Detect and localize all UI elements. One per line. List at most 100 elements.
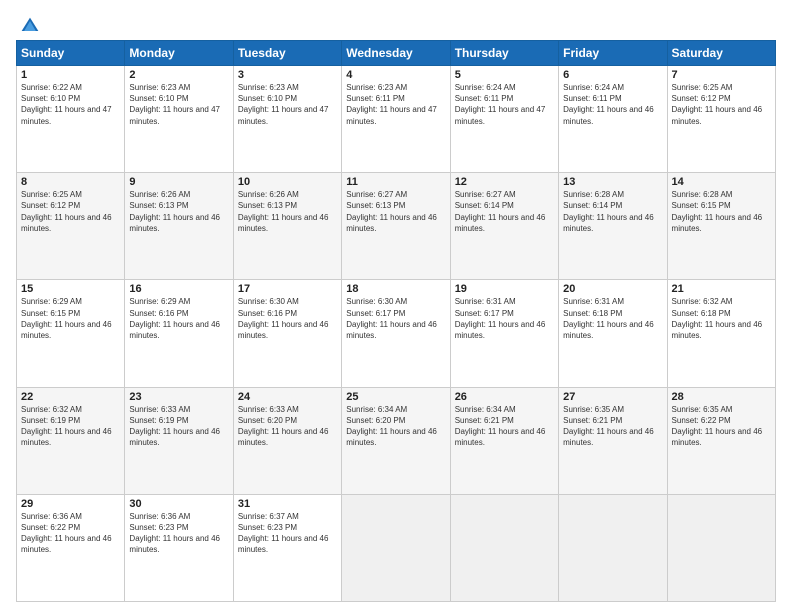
calendar-day-cell: 2 Sunrise: 6:23 AMSunset: 6:10 PMDayligh… <box>125 66 233 173</box>
day-number: 26 <box>455 391 554 403</box>
calendar-day-cell: 8 Sunrise: 6:25 AMSunset: 6:12 PMDayligh… <box>17 173 125 280</box>
calendar-header-cell: Friday <box>559 41 667 66</box>
day-info: Sunrise: 6:25 AMSunset: 6:12 PMDaylight:… <box>672 83 763 126</box>
calendar-day-cell: 24 Sunrise: 6:33 AMSunset: 6:20 PMDaylig… <box>233 387 341 494</box>
calendar-day-cell: 4 Sunrise: 6:23 AMSunset: 6:11 PMDayligh… <box>342 66 450 173</box>
day-info: Sunrise: 6:31 AMSunset: 6:17 PMDaylight:… <box>455 297 546 340</box>
day-info: Sunrise: 6:32 AMSunset: 6:18 PMDaylight:… <box>672 297 763 340</box>
calendar-header-cell: Wednesday <box>342 41 450 66</box>
calendar-day-cell: 10 Sunrise: 6:26 AMSunset: 6:13 PMDaylig… <box>233 173 341 280</box>
day-info: Sunrise: 6:24 AMSunset: 6:11 PMDaylight:… <box>455 83 546 126</box>
calendar-day-cell: 31 Sunrise: 6:37 AMSunset: 6:23 PMDaylig… <box>233 494 341 601</box>
day-info: Sunrise: 6:33 AMSunset: 6:20 PMDaylight:… <box>238 405 329 448</box>
calendar-day-cell: 13 Sunrise: 6:28 AMSunset: 6:14 PMDaylig… <box>559 173 667 280</box>
calendar-table: SundayMondayTuesdayWednesdayThursdayFrid… <box>16 40 776 602</box>
day-info: Sunrise: 6:26 AMSunset: 6:13 PMDaylight:… <box>129 190 220 233</box>
day-number: 14 <box>672 176 771 188</box>
calendar-day-cell: 26 Sunrise: 6:34 AMSunset: 6:21 PMDaylig… <box>450 387 558 494</box>
day-info: Sunrise: 6:32 AMSunset: 6:19 PMDaylight:… <box>21 405 112 448</box>
day-info: Sunrise: 6:24 AMSunset: 6:11 PMDaylight:… <box>563 83 654 126</box>
day-info: Sunrise: 6:36 AMSunset: 6:23 PMDaylight:… <box>129 512 220 555</box>
day-info: Sunrise: 6:23 AMSunset: 6:10 PMDaylight:… <box>238 83 329 126</box>
logo <box>16 16 40 32</box>
day-number: 7 <box>672 69 771 81</box>
calendar-day-cell: 18 Sunrise: 6:30 AMSunset: 6:17 PMDaylig… <box>342 280 450 387</box>
day-number: 18 <box>346 283 445 295</box>
day-number: 29 <box>21 498 120 510</box>
page: SundayMondayTuesdayWednesdayThursdayFrid… <box>0 0 792 612</box>
day-info: Sunrise: 6:28 AMSunset: 6:15 PMDaylight:… <box>672 190 763 233</box>
day-number: 8 <box>21 176 120 188</box>
calendar-day-cell: 9 Sunrise: 6:26 AMSunset: 6:13 PMDayligh… <box>125 173 233 280</box>
day-number: 25 <box>346 391 445 403</box>
calendar-day-cell: 19 Sunrise: 6:31 AMSunset: 6:17 PMDaylig… <box>450 280 558 387</box>
day-number: 30 <box>129 498 228 510</box>
day-info: Sunrise: 6:36 AMSunset: 6:22 PMDaylight:… <box>21 512 112 555</box>
day-number: 22 <box>21 391 120 403</box>
day-info: Sunrise: 6:23 AMSunset: 6:11 PMDaylight:… <box>346 83 437 126</box>
day-info: Sunrise: 6:29 AMSunset: 6:16 PMDaylight:… <box>129 297 220 340</box>
day-number: 12 <box>455 176 554 188</box>
header <box>16 16 776 32</box>
day-info: Sunrise: 6:37 AMSunset: 6:23 PMDaylight:… <box>238 512 329 555</box>
calendar-week-row: 8 Sunrise: 6:25 AMSunset: 6:12 PMDayligh… <box>17 173 776 280</box>
day-info: Sunrise: 6:34 AMSunset: 6:21 PMDaylight:… <box>455 405 546 448</box>
day-number: 31 <box>238 498 337 510</box>
day-info: Sunrise: 6:31 AMSunset: 6:18 PMDaylight:… <box>563 297 654 340</box>
day-number: 23 <box>129 391 228 403</box>
calendar-body: 1 Sunrise: 6:22 AMSunset: 6:10 PMDayligh… <box>17 66 776 602</box>
day-number: 5 <box>455 69 554 81</box>
calendar-day-cell: 14 Sunrise: 6:28 AMSunset: 6:15 PMDaylig… <box>667 173 775 280</box>
day-info: Sunrise: 6:25 AMSunset: 6:12 PMDaylight:… <box>21 190 112 233</box>
calendar-day-cell: 23 Sunrise: 6:33 AMSunset: 6:19 PMDaylig… <box>125 387 233 494</box>
day-number: 1 <box>21 69 120 81</box>
day-number: 21 <box>672 283 771 295</box>
day-info: Sunrise: 6:29 AMSunset: 6:15 PMDaylight:… <box>21 297 112 340</box>
day-info: Sunrise: 6:34 AMSunset: 6:20 PMDaylight:… <box>346 405 437 448</box>
day-info: Sunrise: 6:30 AMSunset: 6:17 PMDaylight:… <box>346 297 437 340</box>
calendar-day-cell <box>342 494 450 601</box>
calendar-day-cell: 22 Sunrise: 6:32 AMSunset: 6:19 PMDaylig… <box>17 387 125 494</box>
calendar-day-cell: 17 Sunrise: 6:30 AMSunset: 6:16 PMDaylig… <box>233 280 341 387</box>
calendar-day-cell: 11 Sunrise: 6:27 AMSunset: 6:13 PMDaylig… <box>342 173 450 280</box>
calendar-day-cell: 15 Sunrise: 6:29 AMSunset: 6:15 PMDaylig… <box>17 280 125 387</box>
day-info: Sunrise: 6:23 AMSunset: 6:10 PMDaylight:… <box>129 83 220 126</box>
day-info: Sunrise: 6:35 AMSunset: 6:22 PMDaylight:… <box>672 405 763 448</box>
logo-icon <box>20 16 40 36</box>
day-number: 3 <box>238 69 337 81</box>
calendar-day-cell: 28 Sunrise: 6:35 AMSunset: 6:22 PMDaylig… <box>667 387 775 494</box>
day-number: 6 <box>563 69 662 81</box>
calendar-day-cell <box>667 494 775 601</box>
day-number: 17 <box>238 283 337 295</box>
calendar-day-cell: 21 Sunrise: 6:32 AMSunset: 6:18 PMDaylig… <box>667 280 775 387</box>
calendar-day-cell: 12 Sunrise: 6:27 AMSunset: 6:14 PMDaylig… <box>450 173 558 280</box>
day-number: 11 <box>346 176 445 188</box>
calendar-day-cell: 25 Sunrise: 6:34 AMSunset: 6:20 PMDaylig… <box>342 387 450 494</box>
day-number: 27 <box>563 391 662 403</box>
calendar-day-cell: 5 Sunrise: 6:24 AMSunset: 6:11 PMDayligh… <box>450 66 558 173</box>
calendar-day-cell: 1 Sunrise: 6:22 AMSunset: 6:10 PMDayligh… <box>17 66 125 173</box>
day-number: 24 <box>238 391 337 403</box>
day-number: 15 <box>21 283 120 295</box>
calendar-day-cell: 6 Sunrise: 6:24 AMSunset: 6:11 PMDayligh… <box>559 66 667 173</box>
day-number: 20 <box>563 283 662 295</box>
calendar-day-cell: 16 Sunrise: 6:29 AMSunset: 6:16 PMDaylig… <box>125 280 233 387</box>
day-number: 19 <box>455 283 554 295</box>
calendar-week-row: 15 Sunrise: 6:29 AMSunset: 6:15 PMDaylig… <box>17 280 776 387</box>
calendar-day-cell: 30 Sunrise: 6:36 AMSunset: 6:23 PMDaylig… <box>125 494 233 601</box>
calendar-day-cell: 3 Sunrise: 6:23 AMSunset: 6:10 PMDayligh… <box>233 66 341 173</box>
day-number: 13 <box>563 176 662 188</box>
calendar-week-row: 29 Sunrise: 6:36 AMSunset: 6:22 PMDaylig… <box>17 494 776 601</box>
day-info: Sunrise: 6:30 AMSunset: 6:16 PMDaylight:… <box>238 297 329 340</box>
calendar-header-cell: Saturday <box>667 41 775 66</box>
calendar-header-cell: Monday <box>125 41 233 66</box>
calendar-header-cell: Sunday <box>17 41 125 66</box>
calendar-week-row: 22 Sunrise: 6:32 AMSunset: 6:19 PMDaylig… <box>17 387 776 494</box>
calendar-day-cell: 29 Sunrise: 6:36 AMSunset: 6:22 PMDaylig… <box>17 494 125 601</box>
day-info: Sunrise: 6:27 AMSunset: 6:13 PMDaylight:… <box>346 190 437 233</box>
day-number: 10 <box>238 176 337 188</box>
day-info: Sunrise: 6:28 AMSunset: 6:14 PMDaylight:… <box>563 190 654 233</box>
calendar-week-row: 1 Sunrise: 6:22 AMSunset: 6:10 PMDayligh… <box>17 66 776 173</box>
day-info: Sunrise: 6:35 AMSunset: 6:21 PMDaylight:… <box>563 405 654 448</box>
day-number: 2 <box>129 69 228 81</box>
